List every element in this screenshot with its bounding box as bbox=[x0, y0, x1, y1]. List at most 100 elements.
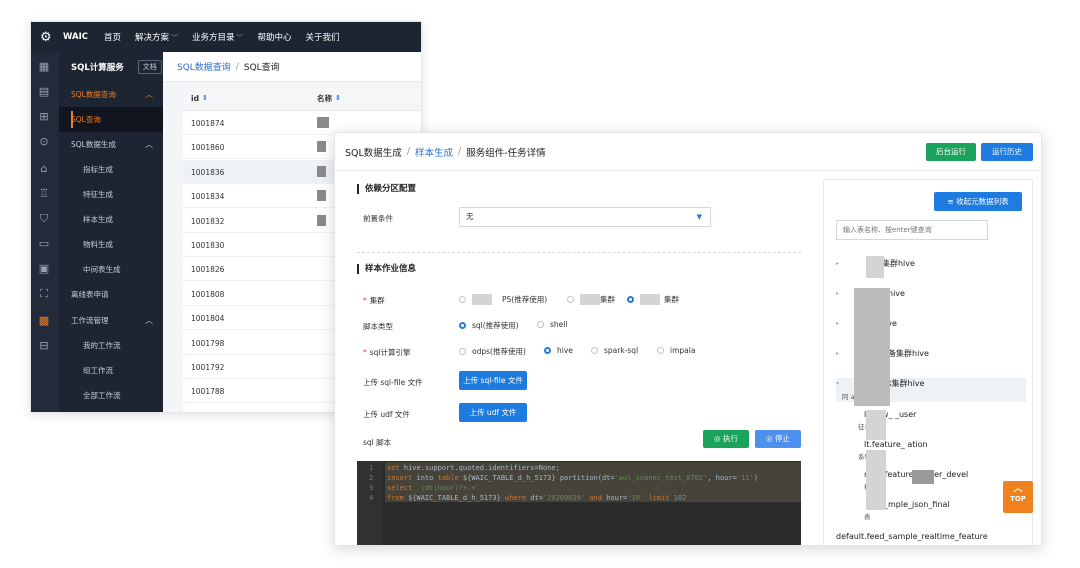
nav-item-help-center[interactable]: 帮助中心 bbox=[258, 31, 292, 43]
tree-item-table[interactable]: __mple_json_final 表 bbox=[836, 500, 1026, 521]
redacted-block bbox=[866, 450, 886, 510]
engine-option-hive[interactable]: hive bbox=[544, 346, 573, 355]
query-icon[interactable]: ▤ bbox=[37, 85, 51, 99]
expand-arrow-icon: ▸ bbox=[836, 260, 840, 267]
upload-udf-label: 上传 udf 文件 bbox=[363, 410, 410, 419]
sidebar-item-intermediate-table-generation[interactable]: 中间表生成 bbox=[59, 257, 163, 282]
code-line: insert into table ${WAIC_TABLE_d_h_5173}… bbox=[387, 474, 758, 482]
upload-udf-file-button[interactable]: 上传 udf 文件 bbox=[459, 403, 527, 422]
sidebar-item-feature-generation[interactable]: 特征生成 bbox=[59, 182, 163, 207]
chevron-down-icon: ﹀ bbox=[236, 34, 244, 42]
chevron-down-icon: ﹀ bbox=[171, 34, 179, 42]
sidebar-item-sql-data-generation[interactable]: SQL数据生成 ︿ bbox=[59, 132, 163, 157]
script-type-option-sql[interactable]: sql(推荐使用) bbox=[459, 320, 519, 331]
engine-option-odps[interactable]: odps(推荐使用) bbox=[459, 346, 526, 357]
workflow-icon[interactable]: ▩ bbox=[37, 314, 51, 328]
run-history-button[interactable]: 运行历史 bbox=[981, 143, 1033, 161]
metadata-panel: ≡ 收起元数据列表 ▸op集群hiveo ▸集群hive群 ▸群hivedoop… bbox=[823, 179, 1033, 545]
icon-rail: ▦ ▤ ⊞ ⊙ ⌂ ♖ ⛉ ▭ ▣ ⛶ ▩ ⊟ bbox=[31, 52, 59, 412]
shield-icon[interactable]: ⛉ bbox=[37, 212, 51, 226]
script-type-option-shell[interactable]: shell bbox=[537, 320, 567, 329]
upload-sql-file-button[interactable]: 上传 sql-file 文件 bbox=[459, 371, 527, 390]
nav-item-home[interactable]: 首页 bbox=[104, 31, 121, 43]
sidebar-item-sample-generation[interactable]: 样本生成 bbox=[59, 207, 163, 232]
row-id: 1001830 bbox=[191, 241, 225, 250]
back-to-top-button[interactable]: ︿ TOP bbox=[1003, 481, 1033, 513]
sidebar-item-sql-query[interactable]: SQL查询 bbox=[59, 107, 163, 132]
breadcrumb-current: SQL查询 bbox=[243, 63, 280, 73]
row-id: 1001798 bbox=[191, 338, 225, 348]
row-id: 1001874 bbox=[191, 119, 225, 128]
engine-option-spark-sql[interactable]: spark-sql bbox=[591, 346, 638, 355]
sidebar-item-workflow-management[interactable]: 工作流管理 ︿ bbox=[59, 308, 163, 333]
nav-item-business-catalog[interactable]: 业务方目录 ﹀ bbox=[192, 31, 244, 43]
monitor-icon[interactable]: ▭ bbox=[37, 237, 51, 251]
sidebar-item-material-generation[interactable]: 物料生成 bbox=[59, 232, 163, 257]
expand-arrow-icon: ▸ bbox=[836, 290, 840, 297]
cluster-option-3[interactable]: 集群 bbox=[627, 294, 679, 305]
redacted-block bbox=[912, 470, 934, 484]
section-title-dependency: 依赖分区配置 bbox=[357, 184, 416, 194]
tree-item-table[interactable]: lt.new_ _user 征表 bbox=[836, 410, 1026, 431]
scan-icon[interactable]: ⛶ bbox=[37, 287, 51, 301]
tree-item-cluster[interactable]: ▸op集群hiveo bbox=[836, 258, 1026, 279]
expand-arrow-icon: ▸ bbox=[836, 320, 840, 327]
redacted-block bbox=[580, 294, 600, 305]
flow-chart-icon[interactable]: ⊟ bbox=[37, 339, 51, 353]
row-id: 1001792 bbox=[191, 363, 225, 372]
breadcrumb-link-sql-data-generation[interactable]: SQL数据生成 bbox=[345, 145, 402, 159]
column-header-id[interactable]: id ⇕ bbox=[191, 85, 208, 111]
search-icon[interactable]: ⊙ bbox=[37, 135, 51, 149]
redacted-block bbox=[472, 294, 492, 305]
sort-icon[interactable]: ⇕ bbox=[335, 94, 341, 102]
breadcrumb-link-sql-data-query[interactable]: SQL数据查询 bbox=[177, 60, 231, 73]
sidebar-item-all-workflows[interactable]: 全部工作流 bbox=[59, 383, 163, 408]
task-config-form: 依赖分区配置 前置条件 无 ▼ 样本作业信息 * 集群 PS(推荐使用) 集群 集… bbox=[335, 171, 813, 545]
collapse-metadata-button[interactable]: ≡ 收起元数据列表 bbox=[934, 192, 1022, 211]
sidebar-item-offline-table-request[interactable]: 离线表申请 bbox=[59, 282, 163, 307]
building-icon[interactable]: ♖ bbox=[37, 187, 51, 201]
tree-item-table[interactable]: default.feed_sample_realtime_feature bbox=[836, 532, 1026, 541]
precondition-select[interactable]: 无 ▼ bbox=[459, 207, 711, 227]
table-search-icon[interactable]: ⊞ bbox=[37, 110, 51, 124]
table-search-input[interactable] bbox=[836, 220, 988, 240]
breadcrumb-link-sample-generation[interactable]: 样本生成 bbox=[415, 145, 453, 159]
radio-dot bbox=[537, 321, 544, 328]
radio-dot bbox=[459, 348, 466, 355]
upload-sql-label: 上传 sql-file 文件 bbox=[363, 378, 423, 387]
sql-engine-label: * sql计算引擎 bbox=[363, 348, 411, 357]
sidebar-item-sql-data-query[interactable]: SQL数据查询 ︿ bbox=[59, 82, 163, 107]
home-icon[interactable]: ⌂ bbox=[37, 162, 51, 176]
sql-code-editor[interactable]: 1 2 3 4 set hive.support.quoted.identifi… bbox=[357, 461, 801, 545]
sort-icon[interactable]: ⇕ bbox=[202, 94, 208, 102]
cluster-option-2[interactable]: 集群 bbox=[567, 294, 615, 305]
arrow-up-icon: ︿ bbox=[1013, 484, 1023, 494]
backend-run-button[interactable]: 后台运行 bbox=[926, 143, 976, 161]
section-title-job-info: 样本作业信息 bbox=[357, 264, 416, 274]
waic-logo-icon[interactable]: ⚙ bbox=[40, 30, 58, 45]
row-id: 1001836 bbox=[191, 167, 225, 177]
sidebar-title: SQL计算服务 bbox=[71, 63, 124, 73]
sidebar-item-my-workflows[interactable]: 我的工作流 bbox=[59, 333, 163, 358]
radio-dot bbox=[459, 322, 466, 329]
docs-button[interactable]: 文档 bbox=[137, 60, 162, 74]
brand-name[interactable]: WAIC bbox=[63, 32, 88, 42]
cluster-option-ps[interactable]: PS(推荐使用) bbox=[459, 294, 547, 305]
column-header-name[interactable]: 名称 ⇕ bbox=[317, 85, 341, 111]
line-number: 4 bbox=[369, 494, 374, 502]
execute-button[interactable]: ◎ 执行 bbox=[703, 430, 749, 448]
grid-icon[interactable]: ▦ bbox=[37, 60, 51, 74]
tree-item-table[interactable]: lt.feature_ ation系特征 bbox=[836, 440, 1026, 461]
nav-item-about-us[interactable]: 关于我们 bbox=[306, 31, 340, 43]
redacted-name-block bbox=[317, 165, 326, 177]
display-icon[interactable]: ▣ bbox=[37, 262, 51, 276]
sidebar-item-metric-generation[interactable]: 指标生成 bbox=[59, 157, 163, 182]
sidebar-item-group-workflows[interactable]: 组工作流 bbox=[59, 358, 163, 383]
stop-button[interactable]: ◎ 停止 bbox=[755, 430, 801, 448]
engine-option-impala[interactable]: impala bbox=[657, 346, 695, 355]
radio-dot bbox=[657, 347, 664, 354]
redacted-block bbox=[866, 256, 884, 278]
nav-item-solutions[interactable]: 解决方案 ﹀ bbox=[135, 31, 178, 43]
table-header: id ⇕ 名称 ⇕ bbox=[183, 85, 421, 111]
code-line: set hive.support.quoted.identifiers=None… bbox=[387, 464, 560, 472]
